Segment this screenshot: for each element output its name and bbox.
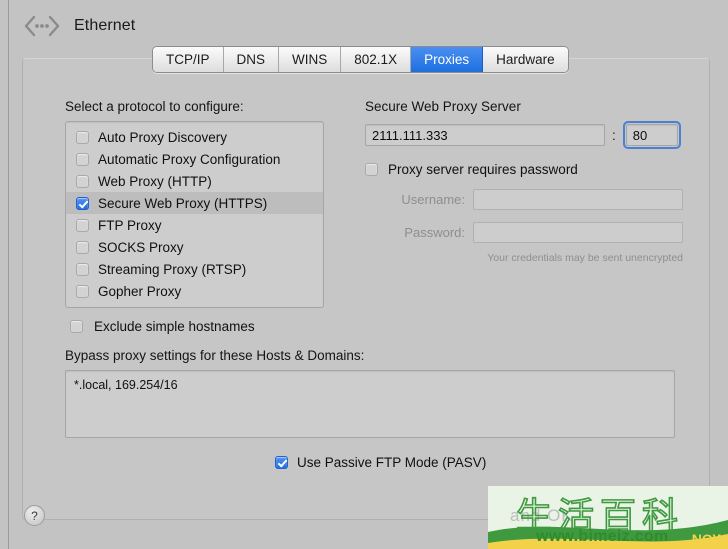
password-label: Password:: [404, 225, 465, 240]
protocol-label: Streaming Proxy (RTSP): [98, 261, 247, 277]
protocol-row-ftp-proxy[interactable]: FTP Proxy: [66, 214, 323, 236]
protocol-row-auto-proxy-discovery[interactable]: Auto Proxy Discovery: [66, 126, 323, 148]
checkbox-auto-proxy-discovery[interactable]: [76, 130, 89, 144]
proxy-server-input[interactable]: 2111.111.333: [365, 124, 605, 146]
proxies-panel: Select a protocol to configure: Auto Pro…: [22, 58, 710, 520]
help-button[interactable]: ?: [24, 505, 45, 526]
proxy-server-row: 2111.111.333 : 80: [365, 121, 695, 149]
protocol-row-gopher-proxy[interactable]: Gopher Proxy: [66, 280, 323, 302]
credentials-note: Your credentials may be sent unencrypted: [487, 252, 683, 264]
checkbox-ftp-proxy[interactable]: [76, 218, 89, 232]
username-row: Username:: [365, 189, 683, 210]
proxy-port-input[interactable]: 80: [625, 124, 678, 146]
watermark-now-text: NOW: [691, 531, 726, 547]
tab-bar: TCP/IP DNS WINS 802.1X Proxies Hardware: [152, 46, 569, 73]
checkbox-web-proxy-http[interactable]: [76, 174, 89, 188]
requires-password-row[interactable]: Proxy server requires password: [365, 162, 695, 177]
tab-wins[interactable]: WINS: [279, 47, 342, 72]
protocol-label: Auto Proxy Discovery: [98, 129, 228, 145]
page-title: Ethernet: [74, 17, 136, 34]
bypass-section: Bypass proxy settings for these Hosts & …: [65, 348, 675, 438]
password-input[interactable]: [473, 222, 683, 243]
port-separator: :: [612, 127, 616, 143]
protocol-row-secure-web-proxy-https[interactable]: Secure Web Proxy (HTTPS): [66, 192, 323, 214]
checkbox-gopher-proxy[interactable]: [76, 284, 89, 298]
protocol-list[interactable]: Auto Proxy Discovery Automatic Proxy Con…: [65, 121, 324, 308]
protocol-label: Web Proxy (HTTP): [98, 173, 212, 189]
protocol-label: SOCKS Proxy: [98, 239, 184, 255]
protocol-label: Automatic Proxy Configuration: [98, 151, 281, 167]
watermark-url: www.bimeiz.com: [536, 528, 669, 545]
proxy-server-column: Secure Web Proxy Server 2111.111.333 : 8…: [365, 99, 695, 264]
checkbox-socks-proxy[interactable]: [76, 240, 89, 254]
protocol-label: Secure Web Proxy (HTTPS): [98, 195, 268, 211]
protocol-row-streaming-proxy-rtsp[interactable]: Streaming Proxy (RTSP): [66, 258, 323, 280]
ethernet-icon: [24, 15, 60, 37]
passive-ftp-row[interactable]: Use Passive FTP Mode (PASV): [275, 455, 486, 470]
exclude-simple-hostnames-row[interactable]: Exclude simple hostnames: [65, 319, 327, 334]
tab-proxies[interactable]: Proxies: [411, 47, 484, 72]
checkbox-secure-web-proxy-https[interactable]: [76, 196, 89, 210]
protocol-row-socks-proxy[interactable]: SOCKS Proxy: [66, 236, 323, 258]
tab-hardware[interactable]: Hardware: [483, 47, 568, 72]
proxy-port-focus-ring: 80: [622, 121, 681, 149]
passive-ftp-label: Use Passive FTP Mode (PASV): [297, 455, 487, 470]
protocol-label: Gopher Proxy: [98, 283, 182, 299]
proxy-server-heading: Secure Web Proxy Server: [365, 99, 521, 114]
titlebar: Ethernet: [18, 8, 418, 44]
checkbox-automatic-proxy-configuration[interactable]: [76, 152, 89, 166]
tab-dns[interactable]: DNS: [223, 47, 280, 72]
checkbox-streaming-proxy-rtsp[interactable]: [76, 262, 89, 276]
username-label: Username:: [401, 192, 465, 207]
bypass-label: Bypass proxy settings for these Hosts & …: [65, 348, 365, 363]
network-preferences-window: Ethernet TCP/IP DNS WINS 802.1X Proxies …: [0, 0, 728, 549]
checkbox-exclude-simple-hostnames[interactable]: [70, 320, 83, 333]
protocol-label: FTP Proxy: [98, 217, 162, 233]
tab-8021x[interactable]: 802.1X: [341, 47, 412, 72]
bypass-textarea[interactable]: *.local, 169.254/16: [65, 370, 675, 438]
checkbox-proxy-requires-password[interactable]: [365, 163, 378, 176]
protocol-row-web-proxy-http[interactable]: Web Proxy (HTTP): [66, 170, 323, 192]
protocol-row-automatic-proxy-configuration[interactable]: Automatic Proxy Configuration: [66, 148, 323, 170]
username-input[interactable]: [473, 189, 683, 210]
exclude-simple-hostnames-label: Exclude simple hostnames: [94, 319, 255, 334]
protocol-list-label: Select a protocol to configure:: [65, 99, 244, 114]
tab-tcpip[interactable]: TCP/IP: [153, 47, 224, 72]
requires-password-label: Proxy server requires password: [388, 162, 578, 177]
bypass-value: *.local, 169.254/16: [74, 378, 178, 392]
password-row: Password:: [365, 222, 683, 243]
checkbox-passive-ftp-mode[interactable]: [275, 456, 288, 469]
protocol-column: Select a protocol to configure: Auto Pro…: [65, 99, 675, 438]
